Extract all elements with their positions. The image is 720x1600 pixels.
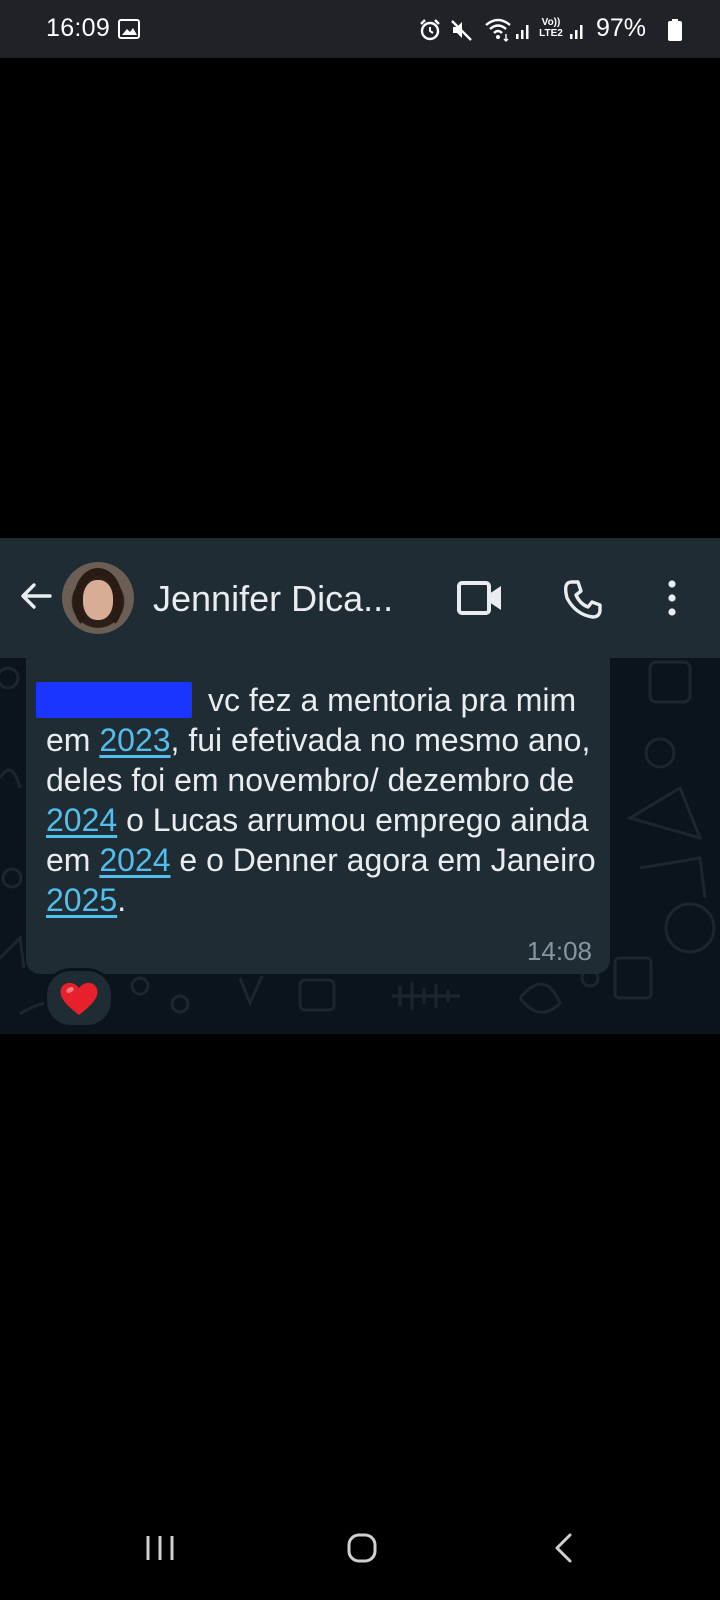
volte-indicator: Vo)) LTE2 [536,17,566,39]
year-link[interactable]: 2025 [46,882,117,918]
message-bubble[interactable]: vc fez a mentoria pra mim em 2023, fui e… [26,658,610,974]
message-text: vc fez a mentoria pra mim em 2023, fui e… [46,680,606,920]
avatar[interactable] [62,562,134,634]
back-arrow-icon[interactable] [18,578,54,614]
year-link[interactable]: 2023 [99,722,170,758]
mute-icon [451,20,472,41]
avatar-face [83,580,113,620]
volte-line1: Vo)) [541,17,561,28]
message-timestamp: 14:08 [526,936,592,966]
year-link[interactable]: 2024 [46,802,117,838]
home-icon[interactable] [346,1532,378,1564]
battery-percent: 97% [596,14,647,42]
wifi-icon [485,18,511,42]
signal-icon [516,25,529,39]
recents-icon[interactable] [144,1532,176,1564]
message-segment: e o Denner agora em Janeiro [170,842,596,878]
message-segment: . [117,882,127,918]
status-icons: Vo)) LTE2 97% [400,0,720,58]
message-content: vc fez a mentoria pra mim em 2023, fui e… [46,682,596,918]
year-link[interactable]: 2024 [99,842,170,878]
signal-icon-2 [570,25,583,39]
phone-icon[interactable] [562,578,604,620]
battery-icon [668,19,682,41]
contact-name[interactable]: Jennifer Dica... [153,578,393,620]
navigation-bar [0,1500,720,1600]
chat-header: Jennifer Dica... [0,538,720,658]
video-call-icon[interactable] [456,578,504,618]
alarm-icon [420,19,440,41]
reaction-badge[interactable] [44,968,114,1028]
heart-icon [60,982,98,1015]
volte-line2: LTE2 [539,28,563,39]
gallery-icon [118,19,140,39]
back-icon[interactable] [552,1532,576,1564]
status-time: 16:09 [46,14,111,42]
status-bar: 16:09 Vo)) LTE2 97% [0,0,720,58]
chat-area[interactable]: vc fez a mentoria pra mim em 2023, fui e… [0,658,720,1034]
more-options-icon[interactable] [660,578,684,618]
